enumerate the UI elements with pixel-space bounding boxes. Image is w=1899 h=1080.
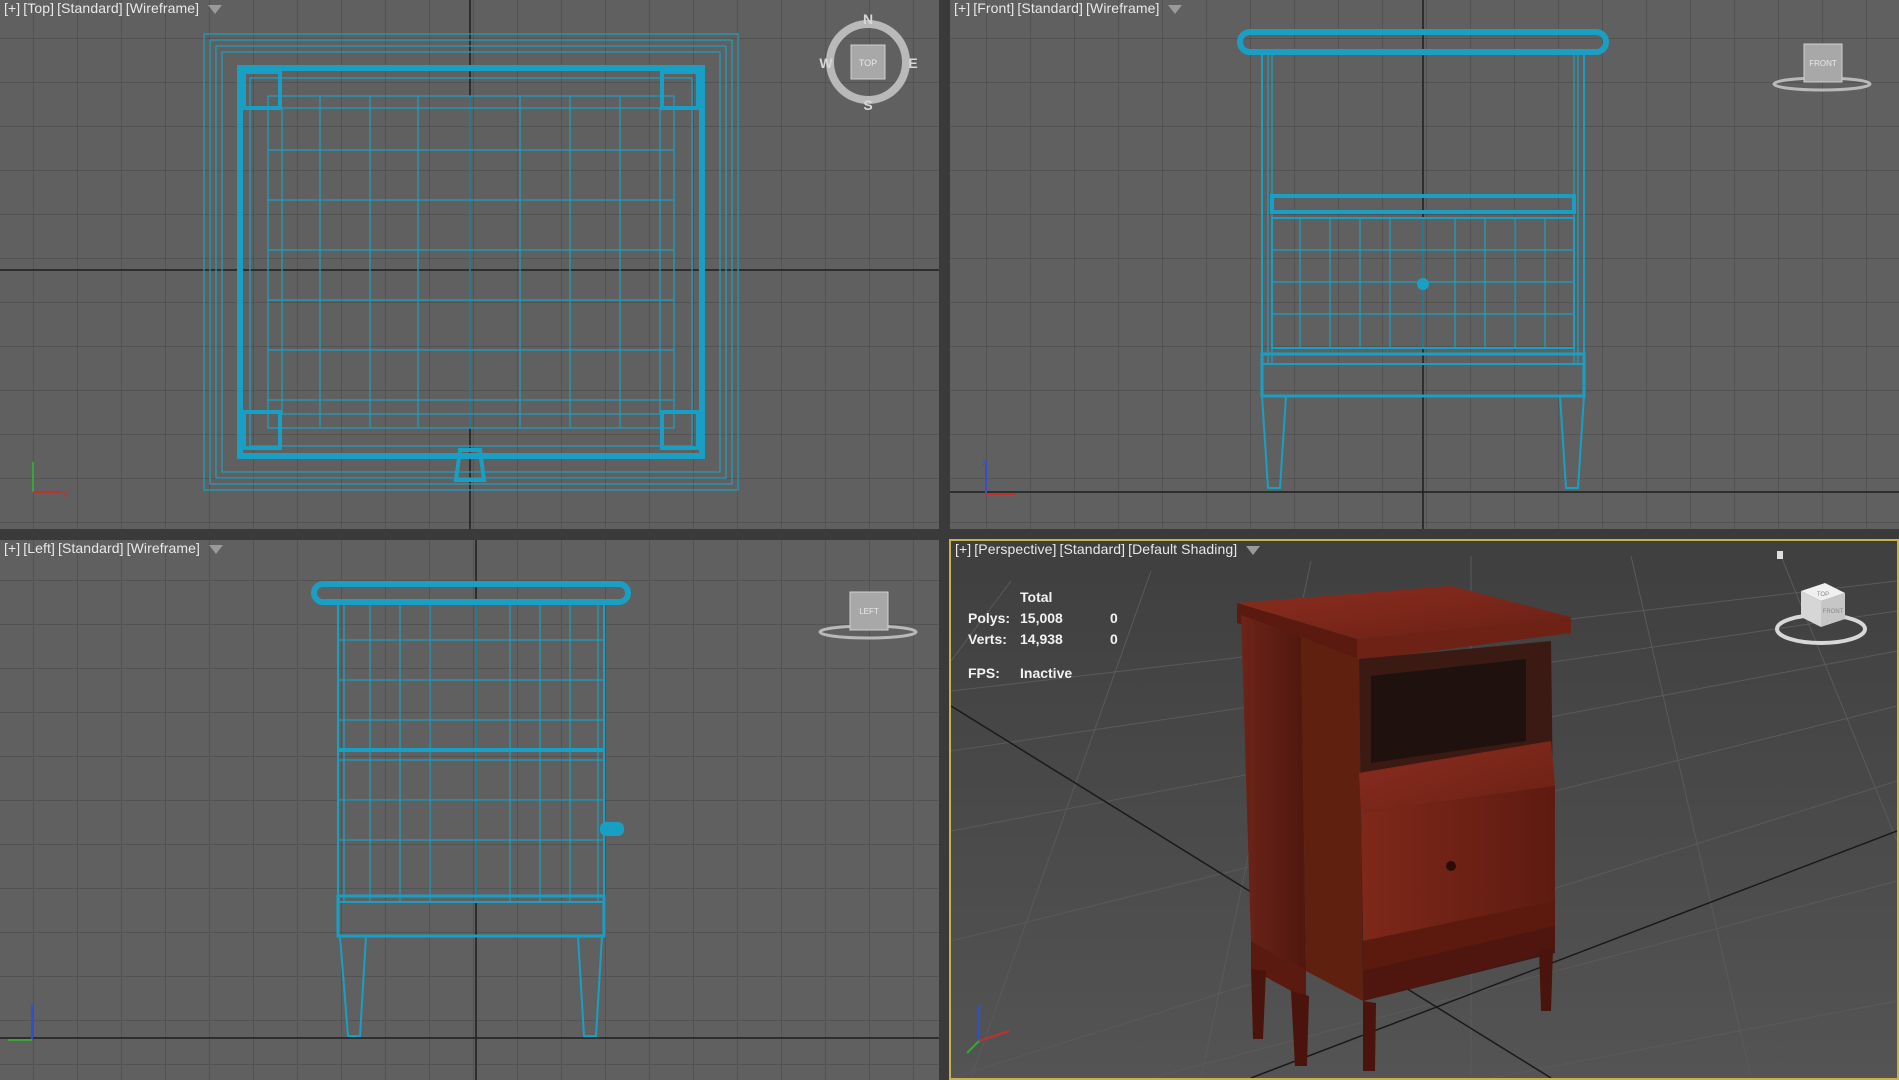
filter-icon[interactable]: [1246, 545, 1261, 555]
viewport-shading-label[interactable]: [Default Shading]: [1128, 541, 1237, 557]
stats-verts-total: 14,938: [1020, 631, 1063, 647]
svg-text:TOP: TOP: [859, 58, 877, 68]
viewport-standard-label[interactable]: [Standard]: [58, 540, 124, 556]
viewport-top[interactable]: x TOP N S E W [+] [Top] [Standard] [Wirefra…: [0, 0, 939, 529]
stats-fps-value: Inactive: [1020, 665, 1073, 681]
stats-total-header: Total: [1020, 589, 1053, 605]
viewport-menu-plus[interactable]: [+]: [4, 540, 20, 556]
viewport-view-label[interactable]: [Top]: [23, 0, 54, 16]
viewcube-front[interactable]: FRONT: [1772, 43, 1872, 92]
stats-polys-selected: 0: [1110, 610, 1118, 626]
viewport-shading-label[interactable]: [Wireframe]: [1086, 0, 1159, 16]
svg-text:TOP: TOP: [1817, 592, 1829, 598]
left-wireframe: z LEFT: [0, 540, 939, 1080]
viewport-menu-plus[interactable]: [+]: [4, 0, 20, 16]
svg-text:E: E: [908, 55, 917, 71]
front-axis-tripod: z: [982, 458, 1016, 495]
stats-fps-label: FPS:: [968, 665, 1000, 681]
viewport-top-label[interactable]: [+] [Top] [Standard] [Wireframe]: [4, 0, 223, 16]
viewport-front[interactable]: z FRONT [+] [Front] [Standard] [Wireframe]: [950, 0, 1899, 529]
viewport-front-label[interactable]: [+] [Front] [Standard] [Wireframe]: [954, 0, 1183, 16]
viewport-view-label[interactable]: [Front]: [973, 0, 1014, 16]
svg-text:LEFT: LEFT: [859, 607, 879, 616]
nightstand-top-wire: [203, 33, 739, 491]
viewport-standard-label[interactable]: [Standard]: [57, 0, 123, 16]
svg-text:z: z: [977, 1003, 982, 1014]
top-axis-tripod: x: [32, 462, 68, 500]
svg-text:FRONT: FRONT: [1809, 59, 1837, 68]
left-axis-tripod: z: [8, 1002, 35, 1041]
top-wireframe: x TOP N S E W: [0, 0, 939, 529]
drawer-knob-side: [600, 822, 624, 836]
stats-polys-total: 15,008: [1020, 610, 1063, 626]
svg-text:N: N: [863, 11, 873, 27]
nightstand-left-wire: [311, 581, 631, 1037]
svg-text:z: z: [30, 1002, 35, 1013]
viewcube-left[interactable]: LEFT: [818, 591, 918, 640]
filter-icon[interactable]: [208, 4, 223, 14]
drawer-knob-3d: [1446, 861, 1456, 871]
viewport-perspective-label[interactable]: [+] [Perspective] [Standard] [Default Shadi…: [955, 541, 1261, 557]
viewport-standard-label[interactable]: [Standard]: [1017, 0, 1083, 16]
front-wireframe: z FRONT: [950, 0, 1899, 529]
svg-text:z: z: [982, 458, 987, 469]
svg-text:S: S: [863, 97, 872, 113]
viewport-menu-plus[interactable]: [+]: [955, 541, 971, 557]
drawer-knob: [1417, 278, 1429, 290]
stats-verts-label: Verts:: [968, 631, 1007, 647]
viewport-left[interactable]: z LEFT [+] [Left] [Standard] [Wireframe]: [0, 540, 939, 1080]
viewport-menu-plus[interactable]: [+]: [954, 0, 970, 16]
stats-polys-label: Polys:: [968, 610, 1011, 626]
viewport-view-label[interactable]: [Left]: [23, 540, 55, 556]
viewport-left-label[interactable]: [+] [Left] [Standard] [Wireframe]: [4, 540, 224, 556]
svg-text:x: x: [63, 489, 68, 500]
home-icon[interactable]: [1777, 551, 1783, 559]
viewport-view-label[interactable]: [Perspective]: [974, 541, 1056, 557]
viewport-shading-label[interactable]: [Wireframe]: [126, 0, 199, 16]
filter-icon[interactable]: [209, 544, 224, 554]
viewport-perspective[interactable]: z TOP FRONT [+] [Perspective] [Standard] [D…: [949, 539, 1899, 1080]
scene-statistics: Total Polys: 15,008 0 Verts: 14,938 0 FPS: In…: [968, 587, 1140, 684]
svg-text:W: W: [819, 55, 833, 71]
filter-icon[interactable]: [1168, 4, 1183, 14]
viewport-shading-label[interactable]: [Wireframe]: [127, 540, 200, 556]
viewcube-top[interactable]: TOP N S E W: [819, 11, 917, 113]
svg-text:FRONT: FRONT: [1823, 609, 1844, 615]
stats-verts-selected: 0: [1110, 631, 1118, 647]
viewport-standard-label[interactable]: [Standard]: [1060, 541, 1126, 557]
